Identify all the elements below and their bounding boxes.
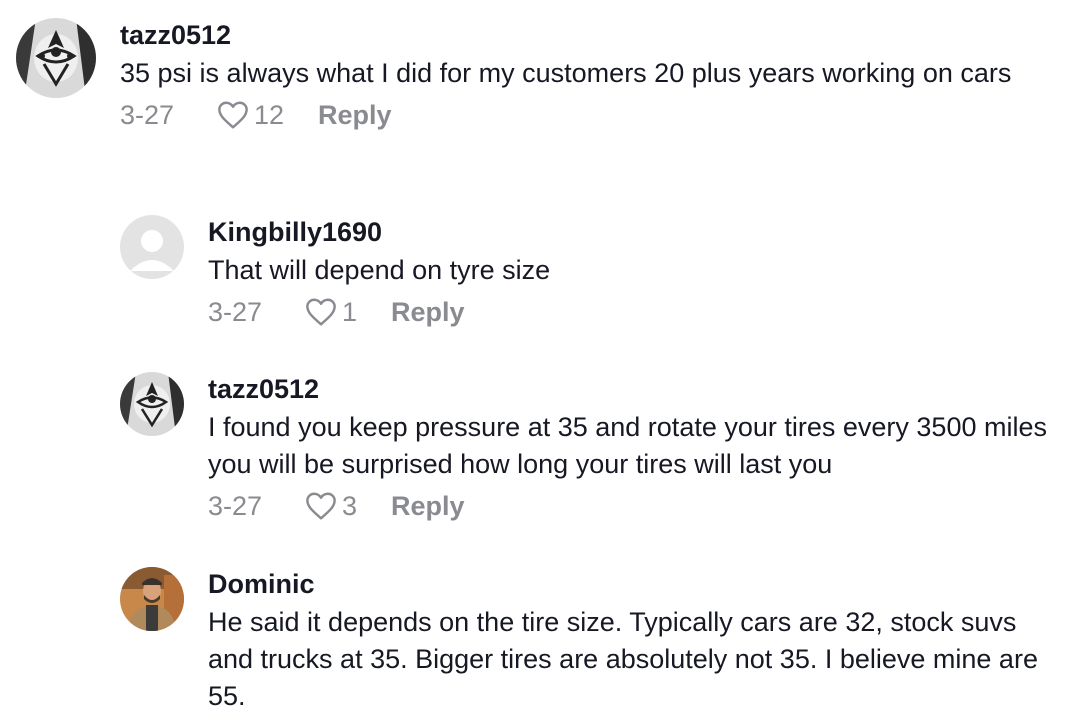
avatar[interactable]	[120, 215, 184, 279]
reply-button[interactable]: Reply	[391, 297, 465, 328]
heart-outline-icon	[218, 101, 248, 129]
tattoo-avatar-image	[120, 372, 184, 436]
comment-meta: 3-27 12 Reply	[120, 96, 1040, 134]
heart-outline-icon	[306, 298, 336, 326]
comment-date: 3-27	[120, 99, 175, 130]
avatar[interactable]	[120, 372, 184, 436]
comment-username[interactable]: tazz0512	[120, 18, 1040, 52]
comment-meta: 3-27 1 Reply	[208, 293, 1058, 331]
reply-comment-item: Dominic He said it depends on the tire s…	[120, 567, 1066, 715]
like-button[interactable]: 12	[216, 100, 284, 131]
comment-username[interactable]: tazz0512	[208, 372, 1058, 406]
comment-text: 35 psi is always what I did for my custo…	[120, 58, 1012, 88]
reply-button[interactable]: Reply	[318, 100, 392, 131]
default-user-avatar-icon	[120, 215, 184, 279]
avatar[interactable]	[120, 567, 184, 631]
like-count: 1	[342, 296, 358, 327]
comment-username[interactable]: Kingbilly1690	[208, 215, 1058, 249]
like-button[interactable]: 1	[304, 297, 357, 328]
user-photo-avatar-image	[120, 567, 184, 631]
reply-comment-item: Kingbilly1690 That will depend on tyre s…	[120, 215, 1066, 331]
tattoo-avatar-image	[16, 18, 96, 98]
comment-text: I found you keep pressure at 35 and rota…	[208, 412, 1047, 479]
comment-username[interactable]: Dominic	[208, 567, 1058, 601]
comment-date: 3-27	[208, 296, 263, 327]
comment-text: He said it depends on the tire size. Typ…	[208, 607, 1038, 711]
like-count: 3	[342, 490, 358, 521]
comment-text: That will depend on tyre size	[208, 255, 551, 285]
comment-date: 3-27	[208, 490, 263, 521]
like-button[interactable]: 3	[304, 491, 357, 522]
like-count: 12	[254, 99, 285, 130]
avatar[interactable]	[16, 18, 96, 98]
comment-item: tazz0512 35 psi is always what I did for…	[16, 18, 1066, 134]
reply-button[interactable]: Reply	[391, 491, 465, 522]
heart-outline-icon	[306, 492, 336, 520]
reply-comment-item: tazz0512 I found you keep pressure at 35…	[120, 372, 1066, 525]
comment-meta: 3-27 3 Reply	[208, 487, 1058, 525]
